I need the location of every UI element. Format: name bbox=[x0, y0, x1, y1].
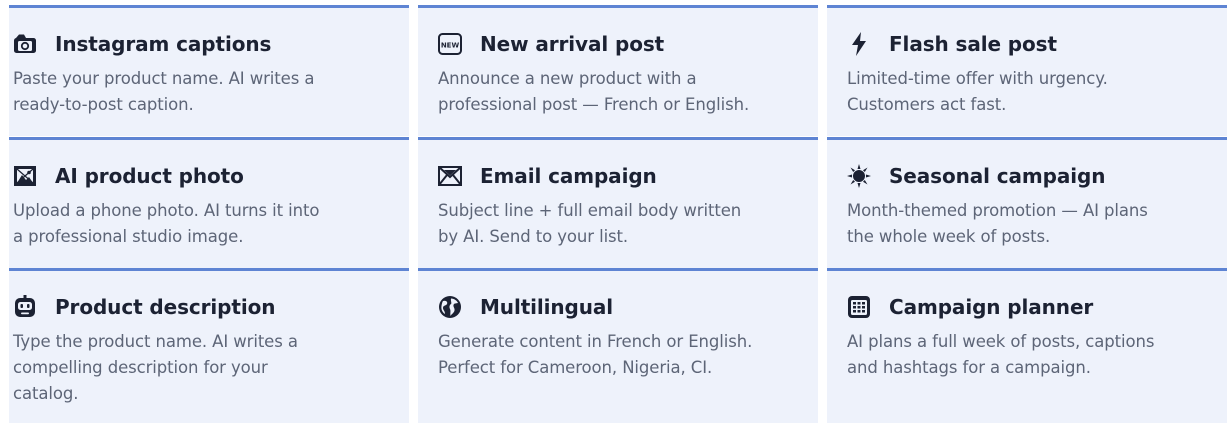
feature-title: Product description bbox=[55, 295, 276, 319]
globe-icon bbox=[438, 295, 462, 319]
feature-card-seasonal-campaign[interactable]: Seasonal campaign Month-themed promotion… bbox=[827, 137, 1227, 268]
feature-grid: Instagram captions Paste your product na… bbox=[0, 0, 1227, 423]
feature-description: Month-themed promotion — AI plans the wh… bbox=[847, 201, 1148, 246]
new-badge-icon: NEW bbox=[438, 32, 462, 56]
feature-description: Upload a phone photo. AI turns it into a… bbox=[13, 201, 320, 246]
feature-description: Generate content in French or English. P… bbox=[438, 332, 753, 377]
feature-card-flash-sale-post[interactable]: Flash sale post Limited-time offer with … bbox=[827, 5, 1227, 136]
lightning-icon bbox=[847, 32, 871, 56]
camera-icon bbox=[13, 32, 37, 56]
feature-title: Instagram captions bbox=[55, 32, 272, 56]
feature-title: Multilingual bbox=[480, 295, 614, 319]
feature-title: New arrival post bbox=[480, 32, 665, 56]
sparkle-sun-icon bbox=[847, 164, 871, 188]
feature-card-instagram-captions[interactable]: Instagram captions Paste your product na… bbox=[9, 5, 409, 136]
feature-description: Subject line + full email body written b… bbox=[438, 201, 742, 246]
feature-title: Campaign planner bbox=[889, 295, 1094, 319]
feature-card-product-description[interactable]: Product description Type the product nam… bbox=[9, 268, 409, 423]
feature-description: Limited-time offer with urgency. Custome… bbox=[847, 69, 1108, 114]
feature-card-multilingual[interactable]: Multilingual Generate content in French … bbox=[418, 268, 818, 423]
feature-card-new-arrival-post[interactable]: NEW New arrival post Announce a new prod… bbox=[418, 5, 818, 136]
envelope-icon bbox=[438, 164, 462, 188]
svg-text:NEW: NEW bbox=[441, 42, 460, 50]
feature-card-email-campaign[interactable]: Email campaign Subject line + full email… bbox=[418, 137, 818, 268]
feature-description: AI plans a full week of posts, captions … bbox=[847, 332, 1155, 377]
feature-title: Email campaign bbox=[480, 164, 657, 188]
framed-picture-icon bbox=[13, 164, 37, 188]
feature-description: Announce a new product with a profession… bbox=[438, 69, 750, 114]
calendar-icon bbox=[847, 295, 871, 319]
feature-title: Seasonal campaign bbox=[889, 164, 1106, 188]
feature-card-campaign-planner[interactable]: Campaign planner AI plans a full week of… bbox=[827, 268, 1227, 423]
feature-title: Flash sale post bbox=[889, 32, 1057, 56]
feature-card-ai-product-photo[interactable]: AI product photo Upload a phone photo. A… bbox=[9, 137, 409, 268]
feature-title: AI product photo bbox=[55, 164, 244, 188]
feature-description: Type the product name. AI writes a compe… bbox=[13, 332, 298, 403]
feature-description: Paste your product name. AI writes a rea… bbox=[13, 69, 315, 114]
robot-icon bbox=[13, 295, 37, 319]
